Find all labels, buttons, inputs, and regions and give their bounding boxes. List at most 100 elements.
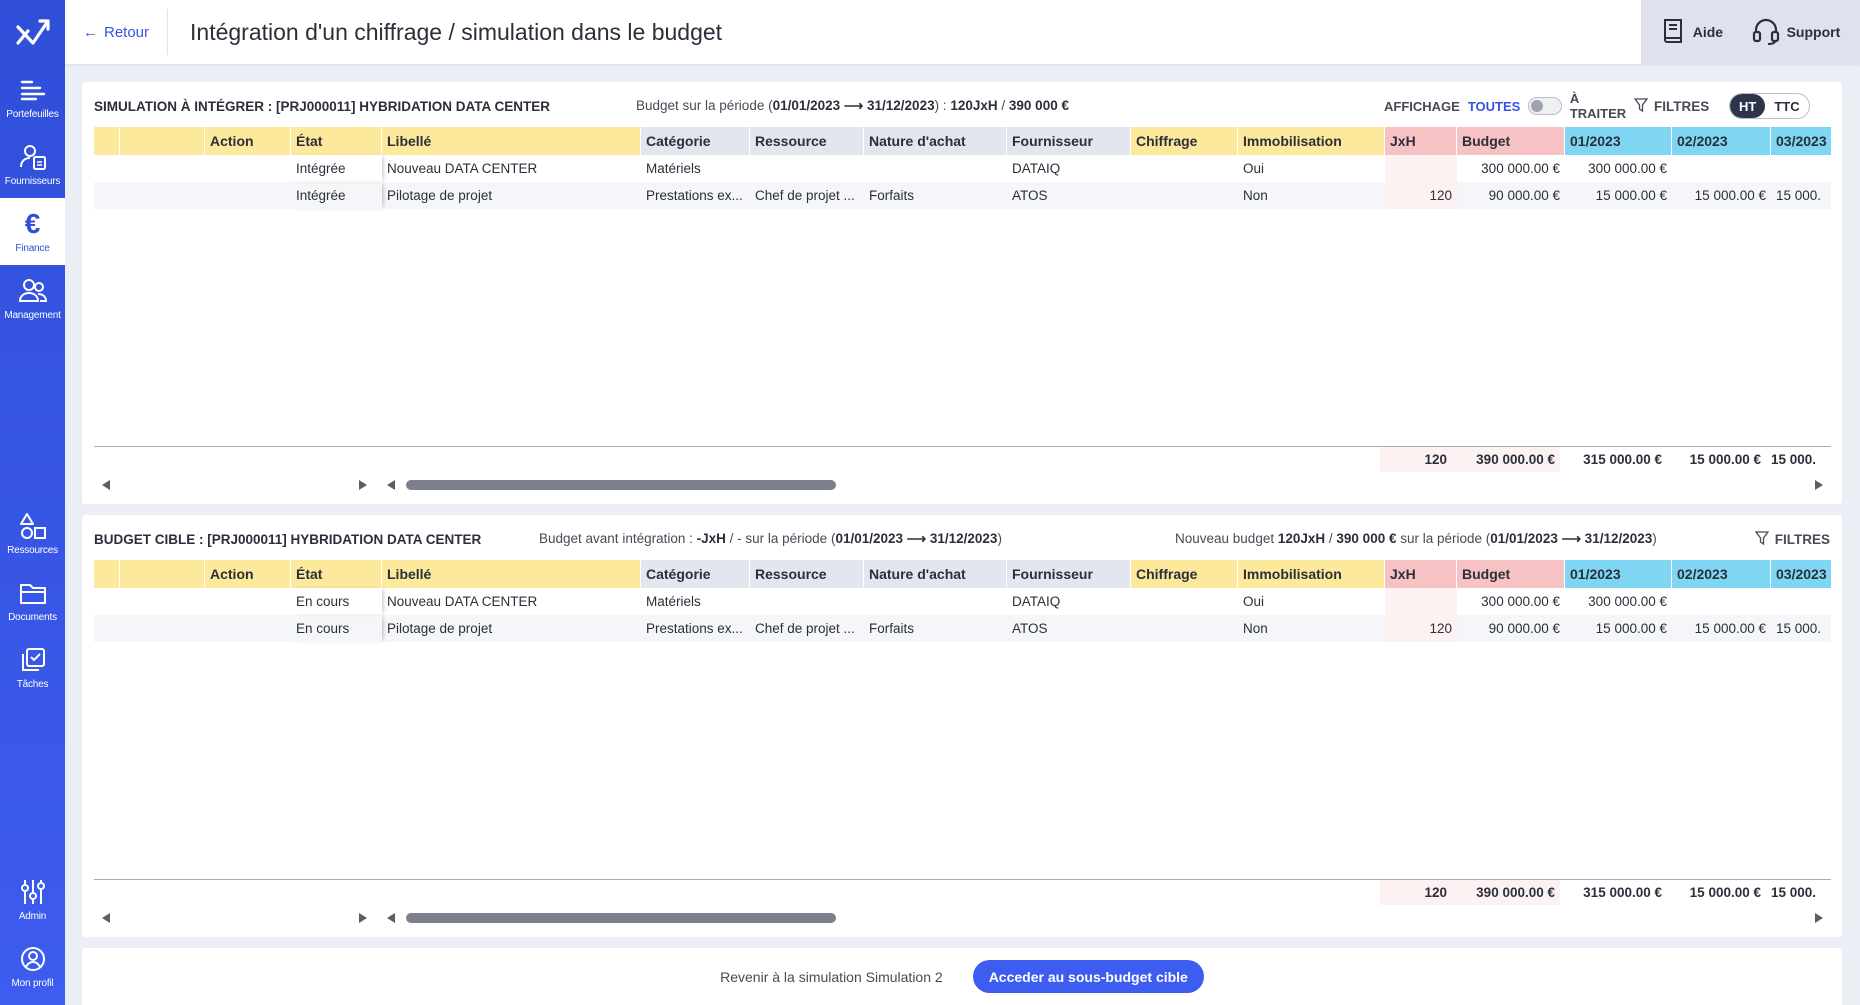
arrow-left-icon: ← — [83, 23, 98, 41]
info-text: / - sur la période ( — [725, 531, 836, 546]
scrollbar-thumb[interactable] — [406, 913, 836, 923]
action-cell[interactable] — [205, 588, 291, 615]
nature-cell: Forfaits — [869, 621, 915, 636]
month-cell: 15 000.00 € — [1694, 188, 1766, 203]
action-cell[interactable] — [205, 155, 291, 182]
sidebar-item-label: Admin — [18, 911, 47, 922]
column-header-action[interactable]: Action — [205, 560, 291, 588]
column-header-nature[interactable]: Nature d'achat — [864, 127, 1007, 155]
chiffrage-cell — [1131, 615, 1238, 642]
brand-logo-icon[interactable] — [0, 0, 65, 64]
column-header-jxh[interactable]: JxH — [1385, 127, 1457, 155]
column-header-budget[interactable]: Budget — [1457, 560, 1565, 588]
column-header-nature[interactable]: Nature d'achat — [864, 560, 1007, 588]
table-header-row: Action État Libellé Catégorie Ressource … — [94, 127, 1831, 155]
nature-cell — [864, 588, 1007, 615]
column-header-immobilisation[interactable]: Immobilisation — [1238, 127, 1385, 155]
categorie-cell: Prestations ex... — [646, 188, 743, 203]
scroll-right-frozen-icon[interactable] — [359, 480, 367, 490]
column-header-libelle[interactable]: Libellé — [382, 560, 641, 588]
budget-cell: 90 000.00 € — [1488, 621, 1560, 636]
header-actions: Aide Support — [1641, 0, 1860, 64]
scroll-left-icon[interactable] — [387, 480, 395, 490]
back-link[interactable]: ← Retour — [65, 9, 169, 55]
scrollbar-thumb[interactable] — [406, 480, 836, 490]
column-header-budget[interactable]: Budget — [1457, 127, 1565, 155]
action-cell[interactable] — [205, 615, 291, 642]
ttc-option[interactable]: TTC — [1765, 94, 1808, 118]
table-header-row: Action État Libellé Catégorie Ressource … — [94, 560, 1831, 588]
table-row[interactable]: En cours Pilotage de projet Prestations … — [94, 615, 1831, 642]
filter-icon — [1754, 530, 1770, 548]
column-header-chiffrage[interactable]: Chiffrage — [1131, 127, 1238, 155]
sidebar-item-mon-profil[interactable]: Mon profil — [0, 933, 65, 1000]
target-budget-panel-header: BUDGET CIBLE : [PRJ000011] HYBRIDATION D… — [94, 529, 1830, 549]
ht-option[interactable]: HT — [1730, 94, 1766, 118]
help-label: Aide — [1692, 24, 1724, 40]
column-header-action[interactable]: Action — [205, 127, 291, 155]
horizontal-scrollbar[interactable] — [94, 908, 1831, 928]
column-header-month[interactable]: 01/2023 — [1565, 127, 1672, 155]
column-header-month[interactable]: 02/2023 — [1672, 127, 1771, 155]
book-icon — [1661, 17, 1687, 48]
column-header-etat[interactable]: État — [291, 560, 382, 588]
support-button[interactable]: Support — [1751, 17, 1840, 48]
back-to-simulation-button[interactable]: Revenir à la simulation Simulation 2 — [720, 969, 943, 985]
display-filter: AFFICHAGE TOUTES À TRAITER — [1384, 91, 1634, 121]
scroll-left-icon[interactable] — [387, 913, 395, 923]
column-header-libelle[interactable]: Libellé — [382, 127, 641, 155]
immobilisation-cell: Non — [1243, 621, 1268, 636]
immobilisation-cell: Non — [1243, 188, 1268, 203]
sidebar-item-documents[interactable]: Documents — [0, 567, 65, 634]
sidebar-item-portefeuilles[interactable]: Portefeuilles — [0, 64, 65, 131]
affichage-label: AFFICHAGE — [1384, 98, 1460, 114]
sidebar-item-finance[interactable]: € Finance — [0, 198, 65, 265]
jxh-cell — [1385, 588, 1457, 615]
scroll-left-frozen-icon[interactable] — [102, 480, 110, 490]
month-cell: 15 000.00 € — [1595, 621, 1667, 636]
column-header-fournisseur[interactable]: Fournisseur — [1007, 127, 1131, 155]
table-row[interactable]: Intégrée Pilotage de projet Prestations … — [94, 182, 1831, 209]
sidebar-item-admin[interactable]: Admin — [0, 866, 65, 933]
sidebar-item-taches[interactable]: Tâches — [0, 634, 65, 701]
column-header-month[interactable]: 03/2023 — [1771, 560, 1831, 588]
info-text: ) : — [934, 98, 951, 113]
column-header-month[interactable]: 01/2023 — [1565, 560, 1672, 588]
budget-cell: 90 000.00 € — [1488, 188, 1560, 203]
table-row[interactable]: En cours Nouveau DATA CENTER Matériels D… — [94, 588, 1831, 615]
column-header-month[interactable]: 03/2023 — [1771, 127, 1831, 155]
column-header-fournisseur[interactable]: Fournisseur — [1007, 560, 1131, 588]
display-toggle[interactable] — [1528, 97, 1562, 115]
info-period: 01/01/2023 ⟶ 31/12/2023 — [835, 531, 998, 546]
column-header-month[interactable]: 02/2023 — [1672, 560, 1771, 588]
sidebar-item-management[interactable]: Management — [0, 265, 65, 332]
column-header-ressource[interactable]: Ressource — [750, 560, 864, 588]
column-header-immobilisation[interactable]: Immobilisation — [1238, 560, 1385, 588]
toutes-option[interactable]: TOUTES — [1468, 99, 1521, 114]
table-cell — [94, 182, 120, 209]
filters-label: FILTRES — [1774, 531, 1830, 547]
column-header-jxh[interactable]: JxH — [1385, 560, 1457, 588]
scroll-right-icon[interactable] — [1815, 913, 1823, 923]
column-header-categorie[interactable]: Catégorie — [641, 127, 750, 155]
column-header — [120, 127, 205, 155]
action-cell[interactable] — [205, 182, 291, 209]
column-header-etat[interactable]: État — [291, 127, 382, 155]
column-header-categorie[interactable]: Catégorie — [641, 560, 750, 588]
column-header-ressource[interactable]: Ressource — [750, 127, 864, 155]
horizontal-scrollbar[interactable] — [94, 475, 1831, 495]
table-row[interactable]: Intégrée Nouveau DATA CENTER Matériels D… — [94, 155, 1831, 182]
help-button[interactable]: Aide — [1661, 17, 1723, 48]
scroll-left-frozen-icon[interactable] — [102, 913, 110, 923]
sidebar-item-fournisseurs[interactable]: Fournisseurs — [0, 131, 65, 198]
a-traiter-option[interactable]: À TRAITER — [1570, 91, 1634, 121]
sidebar-item-ressources[interactable]: Ressources — [0, 500, 65, 567]
access-sub-budget-button[interactable]: Acceder au sous-budget cible — [972, 960, 1204, 993]
filters-button[interactable]: FILTRES — [1754, 530, 1830, 548]
column-header-chiffrage[interactable]: Chiffrage — [1131, 560, 1238, 588]
total-budget: 390 000.00 € — [1452, 880, 1560, 905]
filters-button[interactable]: FILTRES — [1633, 97, 1729, 115]
scroll-right-frozen-icon[interactable] — [359, 913, 367, 923]
table-cell — [120, 182, 205, 209]
scroll-right-icon[interactable] — [1815, 480, 1823, 490]
